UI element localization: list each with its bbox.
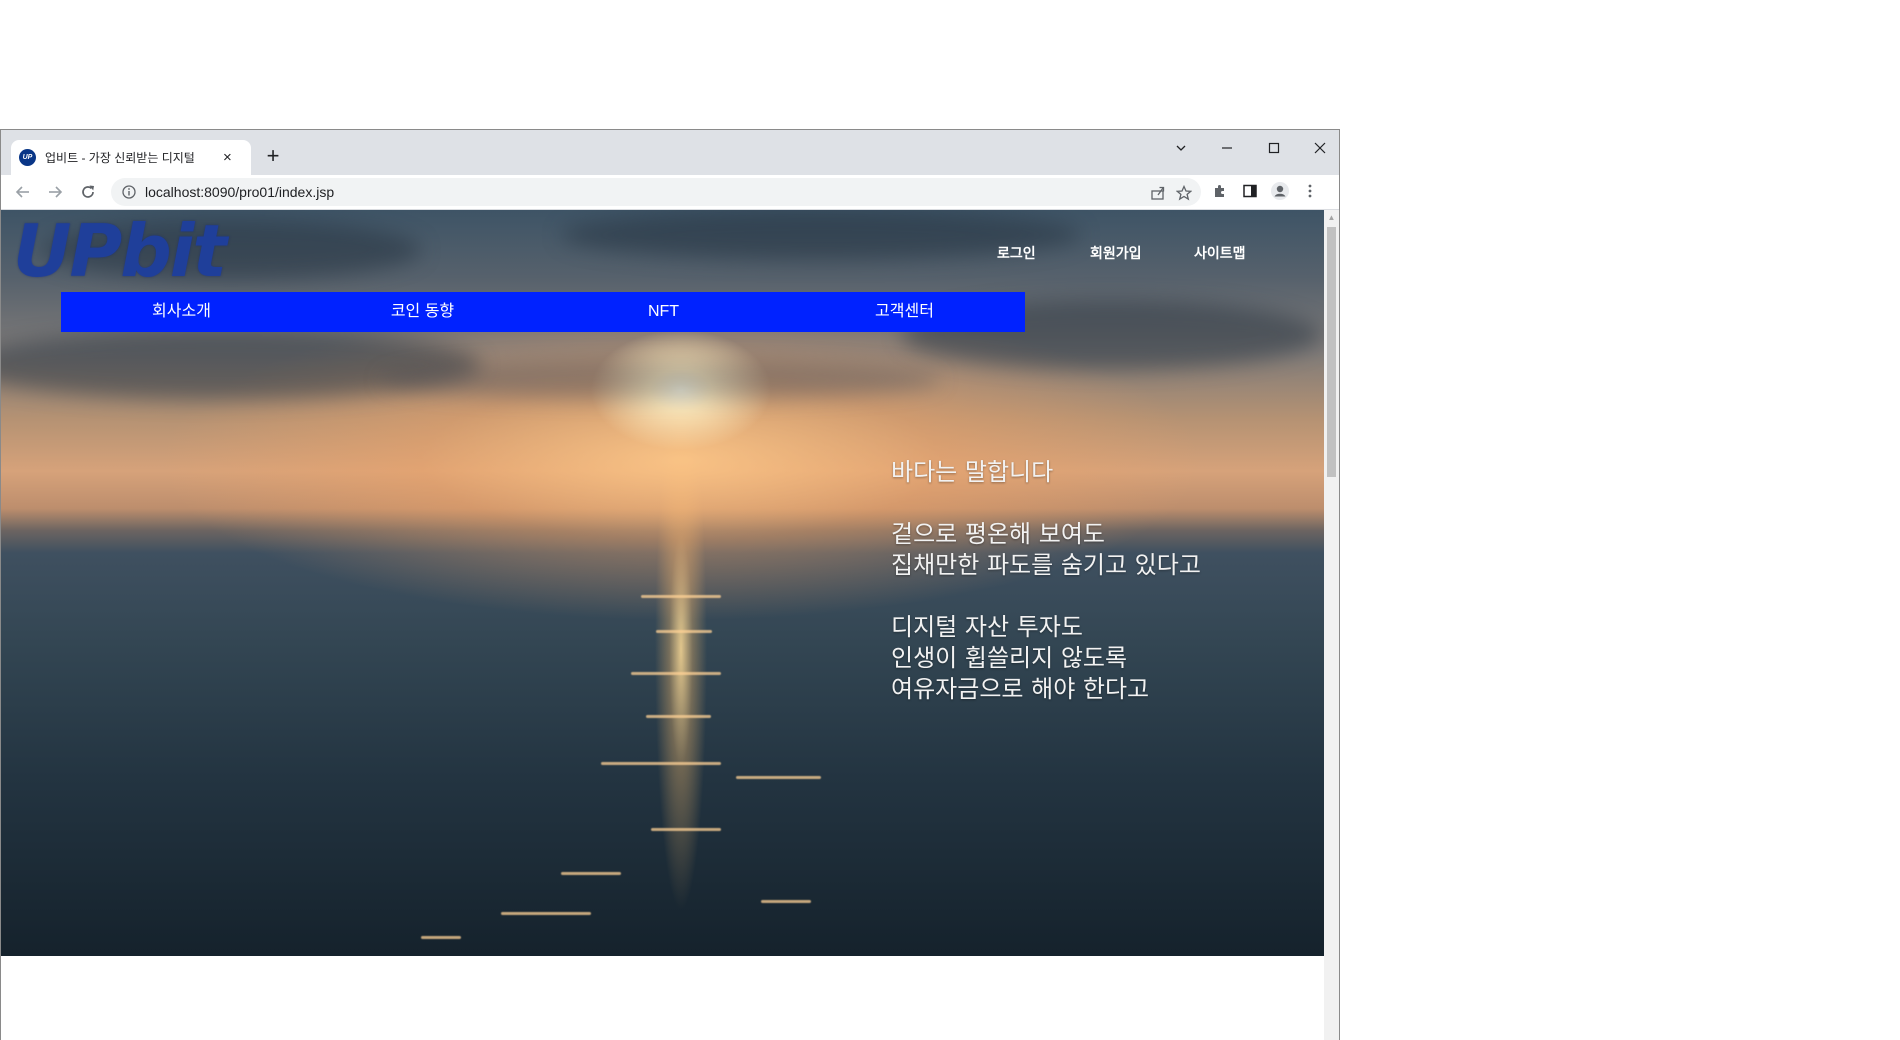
forward-arrow-icon[interactable] — [42, 179, 68, 205]
share-icon[interactable] — [1147, 182, 1169, 204]
kebab-menu-icon[interactable] — [1299, 180, 1321, 202]
poem-line: 여유자금으로 해야 한다고 — [891, 675, 1150, 703]
browser-window: UP 업비트 - 가장 신뢰받는 디지털 × + localhost:8090/… — [0, 129, 1340, 1040]
toolbar-actions — [1209, 180, 1321, 202]
tab-search-chevron-icon[interactable] — [1166, 136, 1196, 160]
nav-item-customer-center[interactable]: 고객센터 — [784, 292, 1025, 332]
login-link[interactable]: 로그인 — [997, 243, 1036, 263]
scroll-thumb[interactable] — [1327, 227, 1336, 477]
hero-poem: 바다는 말합니다 겉으로 평온해 보여도 집채만한 파도를 숨기고 있다고 디지… — [891, 457, 1201, 705]
poem-line: 디지털 자산 투자도 — [891, 613, 1083, 641]
scroll-up-arrow-icon[interactable]: ▲ — [1324, 210, 1339, 225]
poem-line: 인생이 휩쓸리지 않도록 — [891, 644, 1128, 672]
url-text: localhost:8090/pro01/index.jsp — [145, 184, 335, 200]
reload-icon[interactable] — [75, 179, 101, 205]
nav-item-company[interactable]: 회사소개 — [61, 292, 302, 332]
new-tab-button[interactable]: + — [263, 142, 283, 170]
nav-item-coin-trends[interactable]: 코인 동향 — [302, 292, 543, 332]
upbit-logo[interactable]: UPbit — [13, 212, 227, 290]
poem-line: 겉으로 평온해 보여도 — [891, 520, 1105, 548]
maximize-icon[interactable] — [1259, 136, 1289, 160]
main-nav-bar: 회사소개 코인 동향 NFT 고객센터 — [61, 292, 1025, 332]
hero-sunset-background: UPbit 로그인 회원가입 사이트맵 회사소개 코인 동향 NFT 고객센터 … — [1, 210, 1324, 956]
minimize-icon[interactable] — [1212, 136, 1242, 160]
poem-line: 바다는 말합니다 — [891, 458, 1054, 486]
tab-title: 업비트 - 가장 신뢰받는 디지털 — [45, 151, 195, 165]
bookmark-star-icon[interactable] — [1173, 182, 1195, 204]
signup-link[interactable]: 회원가입 — [1090, 243, 1142, 263]
tab-close-icon[interactable]: × — [223, 149, 232, 166]
extensions-puzzle-icon[interactable] — [1209, 180, 1231, 202]
sitemap-link[interactable]: 사이트맵 — [1194, 243, 1246, 263]
profile-avatar-icon[interactable] — [1269, 180, 1291, 202]
side-panel-icon[interactable] — [1239, 180, 1261, 202]
back-arrow-icon[interactable] — [10, 179, 36, 205]
address-bar[interactable]: localhost:8090/pro01/index.jsp — [111, 178, 1201, 206]
title-bar: UP 업비트 - 가장 신뢰받는 디지털 × + — [1, 130, 1339, 175]
close-window-icon[interactable] — [1305, 136, 1335, 160]
browser-toolbar: localhost:8090/pro01/index.jsp — [1, 175, 1339, 210]
page-viewport: UPbit 로그인 회원가입 사이트맵 회사소개 코인 동향 NFT 고객센터 … — [1, 210, 1324, 1040]
poem-line: 집채만한 파도를 숨기고 있다고 — [891, 551, 1201, 579]
vertical-scrollbar[interactable]: ▲ — [1324, 210, 1339, 1040]
upbit-favicon-icon: UP — [19, 149, 36, 166]
nav-item-nft[interactable]: NFT — [543, 292, 784, 332]
browser-tab[interactable]: UP 업비트 - 가장 신뢰받는 디지털 × — [11, 140, 251, 175]
site-info-icon[interactable] — [121, 184, 137, 200]
